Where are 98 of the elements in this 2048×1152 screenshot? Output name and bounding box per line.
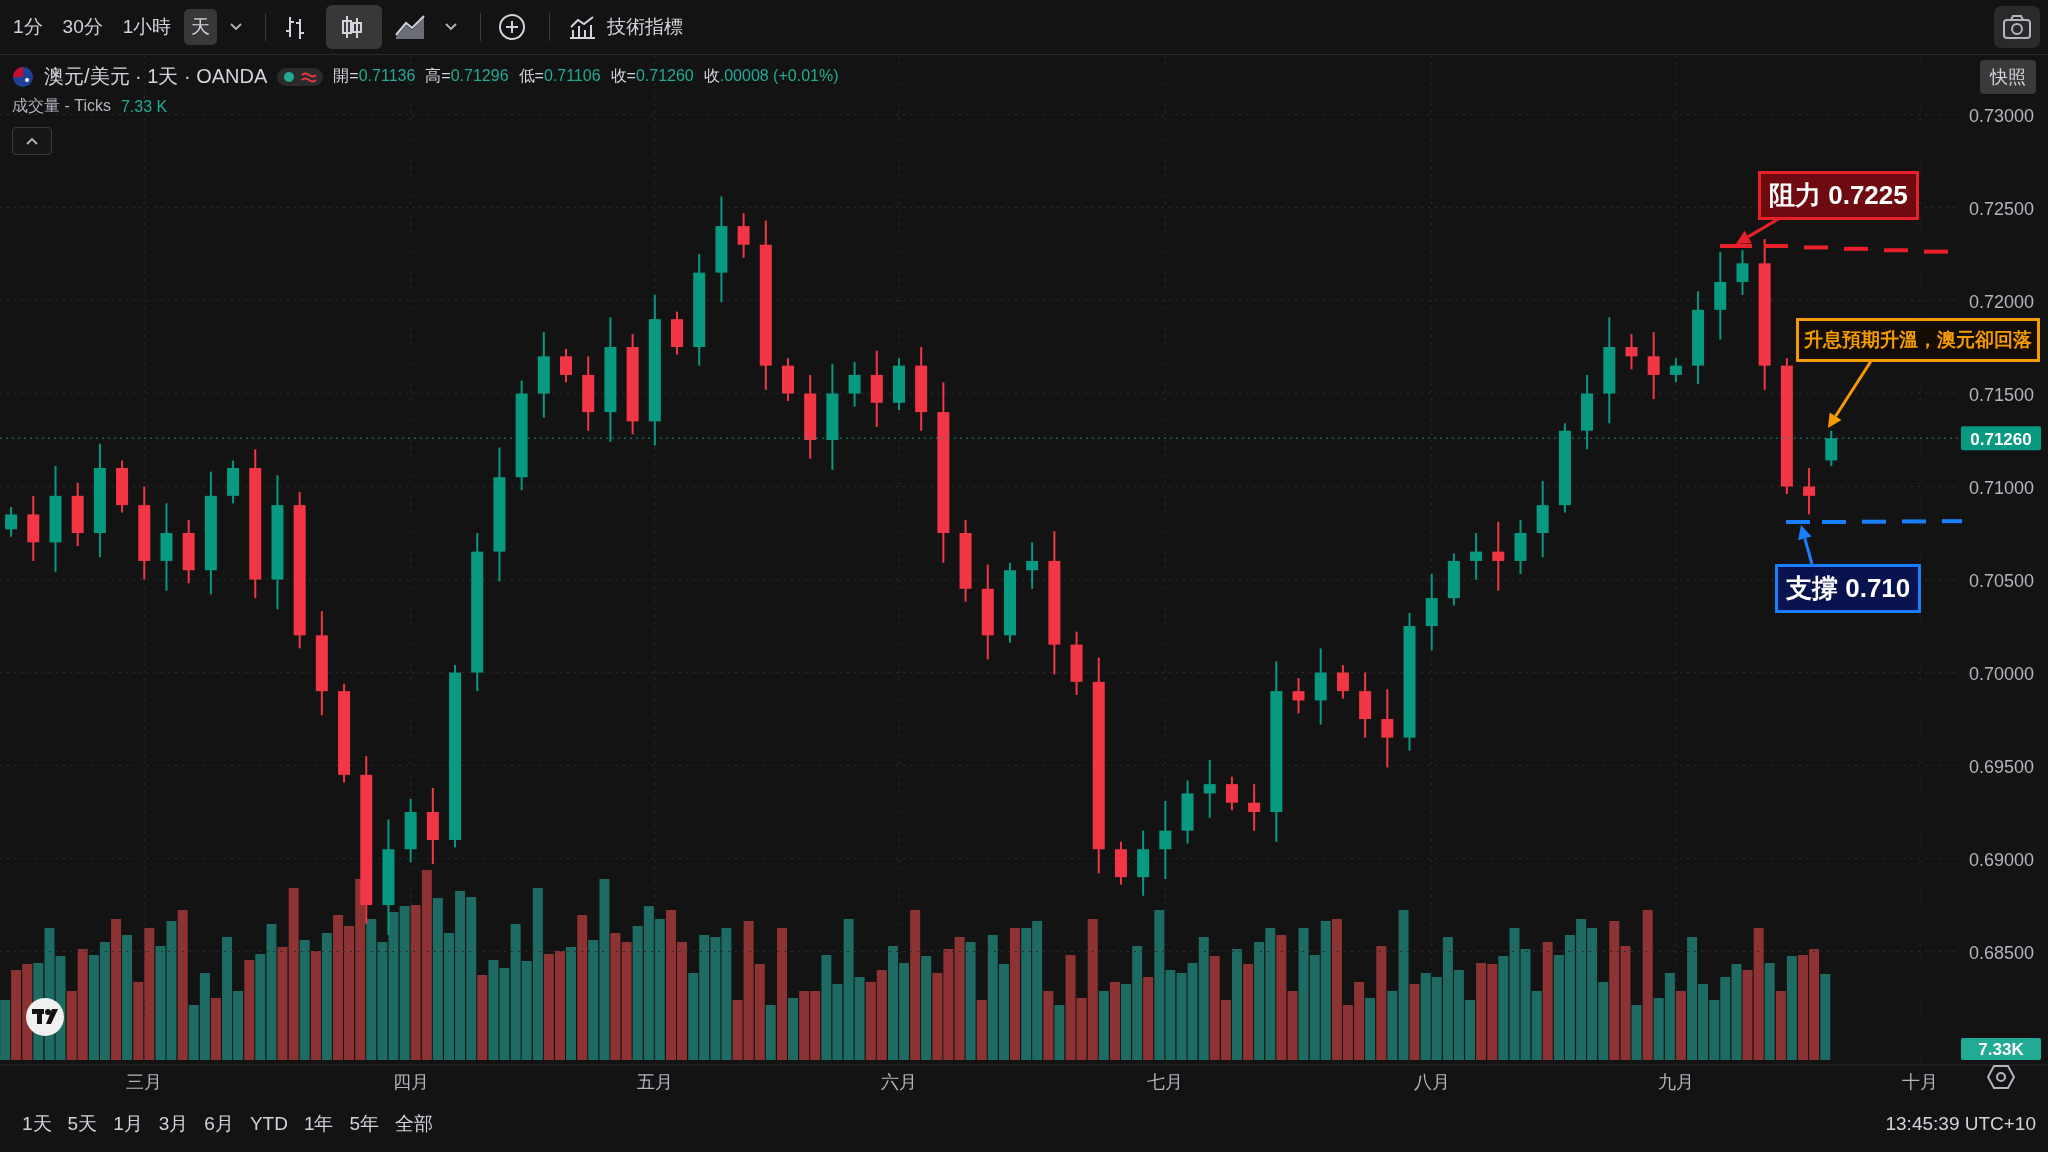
candle	[1625, 333, 1638, 371]
candle	[1514, 519, 1527, 575]
range-button[interactable]: 1天	[14, 1106, 60, 1141]
market-status-pill[interactable]	[277, 67, 324, 86]
candle	[848, 360, 861, 408]
wave-icon	[301, 70, 318, 83]
flag-icon	[12, 65, 34, 88]
candle	[1825, 429, 1838, 468]
range-button[interactable]: 5年	[341, 1106, 388, 1141]
collapse-button[interactable]	[12, 127, 52, 155]
candle	[404, 798, 417, 864]
candle	[1203, 758, 1216, 819]
range-button[interactable]: YTD	[241, 1108, 296, 1139]
candle	[5, 506, 18, 538]
chart-growth-icon	[567, 14, 598, 40]
clock: 13:45:39 UTC+10	[1885, 1112, 2036, 1135]
candle	[1803, 466, 1816, 516]
caret-icon	[229, 22, 244, 32]
candle	[560, 347, 573, 384]
range-button[interactable]: 6月	[196, 1106, 242, 1141]
candle	[1647, 331, 1660, 401]
price-axis-label: 0.70500	[1969, 570, 2035, 591]
volume-indicator-label: 成交量 - Ticks	[12, 96, 111, 116]
candle	[1359, 671, 1372, 739]
candle	[182, 519, 195, 585]
last-price-label: 0.71260	[1961, 426, 2041, 451]
month-label: 六月	[881, 1072, 917, 1092]
candle	[1736, 249, 1749, 296]
candle	[1181, 779, 1194, 845]
price-axis-label: 0.72500	[1969, 198, 2035, 219]
price-axis-label: 0.72000	[1969, 291, 2035, 312]
price-axis-label: 0.69000	[1969, 849, 2035, 870]
range-button[interactable]: 1年	[295, 1106, 342, 1141]
month-label: 八月	[1413, 1072, 1450, 1092]
tooltip: 快照	[1980, 60, 2036, 94]
ohlc-value: 收=0.71260	[610, 66, 694, 86]
logo-icon	[26, 998, 64, 1036]
interval-tab[interactable]: 1分	[6, 9, 50, 45]
ohlc-value: 開=0.71136	[333, 66, 416, 86]
candle	[1225, 775, 1238, 812]
candle	[116, 459, 129, 514]
candle	[782, 357, 794, 402]
price-axis-label: 0.73000	[1969, 105, 2035, 126]
candle	[1114, 840, 1127, 886]
interval-tab[interactable]: 1小時	[115, 9, 179, 45]
range-button[interactable]: 5天	[59, 1106, 106, 1141]
chevron-up-icon	[25, 136, 39, 146]
price-axis-label: 0.71000	[1969, 477, 2035, 498]
month-label: 十月	[1902, 1072, 1939, 1092]
area-chart-icon	[394, 13, 427, 41]
indicators-button[interactable]: 技術指標	[560, 9, 691, 45]
range-button[interactable]: 全部	[387, 1106, 442, 1141]
volume-label: 7.33K	[1961, 1038, 2041, 1060]
interval-tab[interactable]: 天	[184, 9, 218, 45]
month-label: 七月	[1147, 1072, 1184, 1092]
candle	[1137, 829, 1150, 897]
chart-type-button[interactable]	[326, 5, 383, 49]
month-label: 三月	[126, 1072, 163, 1092]
annotation-label: 升息預期升溫，澳元卻回落	[1796, 318, 2040, 362]
caret-icon	[444, 22, 459, 32]
plus-circle-icon	[497, 12, 528, 42]
candle	[1336, 664, 1349, 700]
ohlc-value: 收.00008 (+0.01%)	[703, 66, 839, 86]
snapshot-button[interactable]	[1994, 6, 2040, 48]
candle	[1492, 520, 1505, 592]
ohlc-value: 高=0.71296	[425, 66, 509, 86]
price-axis-label: 0.71500	[1969, 384, 2035, 405]
candle	[893, 357, 905, 412]
price-axis-label: 0.70000	[1969, 663, 2035, 684]
settings-icon	[1988, 1066, 2014, 1088]
ohlc-value: 低=0.71106	[518, 66, 601, 86]
candle	[737, 212, 750, 259]
range-button[interactable]: 1月	[105, 1106, 151, 1141]
interval-tab[interactable]: 30分	[55, 9, 110, 45]
dot-icon	[283, 70, 296, 83]
candle	[1026, 541, 1039, 590]
candle	[71, 481, 84, 548]
candle	[27, 494, 40, 562]
candle	[1248, 783, 1261, 832]
price-axis-label: 0.68500	[1969, 942, 2035, 963]
candle	[671, 310, 683, 356]
price-axis-label: 0.69500	[1969, 756, 2035, 777]
candle	[227, 459, 240, 505]
candle	[1292, 677, 1305, 715]
volume-value: 7.33 K	[120, 97, 168, 116]
month-label: 四月	[392, 1072, 429, 1092]
candle	[1447, 552, 1460, 607]
symbol-title: 澳元/美元 · 1天 · OANDA	[44, 64, 268, 89]
candle	[1070, 630, 1083, 696]
candle	[1470, 532, 1483, 581]
arrow	[1798, 525, 1814, 565]
support-label: 支撐 0.710	[1775, 564, 1922, 613]
resistance-label: 阻力 0.7225	[1758, 171, 1919, 220]
candle	[1669, 357, 1682, 384]
range-button[interactable]: 3月	[150, 1106, 197, 1141]
month-label: 五月	[636, 1072, 673, 1092]
camera-icon	[2002, 14, 2032, 40]
month-label: 九月	[1657, 1072, 1694, 1092]
